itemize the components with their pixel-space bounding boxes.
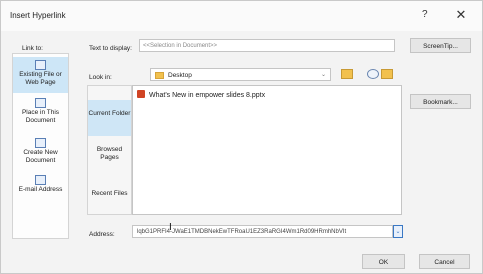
up-folder-icon[interactable] (341, 69, 353, 79)
email-icon (35, 175, 46, 185)
insert-hyperlink-dialog: Insert Hyperlink ? ✕ Link to: Existing F… (0, 0, 483, 274)
new-document-icon (35, 138, 46, 148)
dialog-title: Insert Hyperlink (10, 11, 66, 20)
link-to-existing-file-label: Existing File or Web Page (19, 71, 62, 86)
title-bar: Insert Hyperlink ? ✕ (1, 1, 482, 31)
look-in-label: Look in: (89, 74, 112, 81)
link-to-create-new[interactable]: Create New Document (13, 138, 68, 170)
look-in-value: Desktop (168, 72, 192, 79)
link-to-label: Link to: (22, 45, 43, 52)
browsed-pages-tab[interactable]: Browsed Pages (88, 142, 131, 172)
powerpoint-file-icon (137, 90, 145, 98)
browse-pane: Current Folder Browsed Pages Recent File… (87, 85, 132, 215)
chevron-down-icon: ⌄ (395, 229, 401, 235)
current-folder-tab[interactable]: Current Folder (88, 100, 131, 136)
link-to-email-label: E-mail Address (18, 186, 63, 193)
document-place-icon (35, 98, 46, 108)
file-item[interactable]: What's New in empower slides 8.pptx (137, 90, 265, 99)
cancel-button[interactable]: Cancel (419, 254, 470, 269)
browse-file-icon[interactable] (381, 69, 393, 79)
address-label: Address: (89, 231, 115, 238)
link-to-create-new-label: Create New Document (23, 149, 58, 164)
close-button[interactable]: ✕ (451, 7, 471, 23)
text-cursor-icon: I (169, 222, 172, 233)
bookmark-button[interactable]: Bookmark... (410, 94, 471, 109)
screentip-button[interactable]: ScreenTip... (410, 38, 471, 53)
link-to-existing-file[interactable]: Existing File or Web Page (13, 57, 68, 93)
folder-icon (155, 72, 164, 79)
text-to-display-input[interactable]: <<Selection in Document>> (139, 39, 395, 52)
browse-web-icon[interactable] (367, 69, 379, 79)
help-button[interactable]: ? (422, 9, 428, 20)
link-to-email[interactable]: E-mail Address (13, 175, 68, 201)
globe-page-icon (35, 60, 46, 70)
link-to-place-in-document[interactable]: Place in This Document (13, 98, 68, 130)
file-list: What's New in empower slides 8.pptx (132, 85, 402, 215)
file-name: What's New in empower slides 8.pptx (149, 92, 266, 99)
ok-button[interactable]: OK (362, 254, 405, 269)
text-to-display-label: Text to display: (89, 45, 132, 52)
chevron-down-icon: ⌄ (320, 72, 326, 78)
look-in-select[interactable]: Desktop ⌄ (150, 68, 331, 81)
address-dropdown-button[interactable]: ⌄ (393, 225, 403, 238)
link-to-place-in-document-label: Place in This Document (21, 109, 60, 124)
link-to-panel: Existing File or Web Page Place in This … (12, 53, 69, 239)
recent-files-tab[interactable]: Recent Files (88, 190, 131, 204)
